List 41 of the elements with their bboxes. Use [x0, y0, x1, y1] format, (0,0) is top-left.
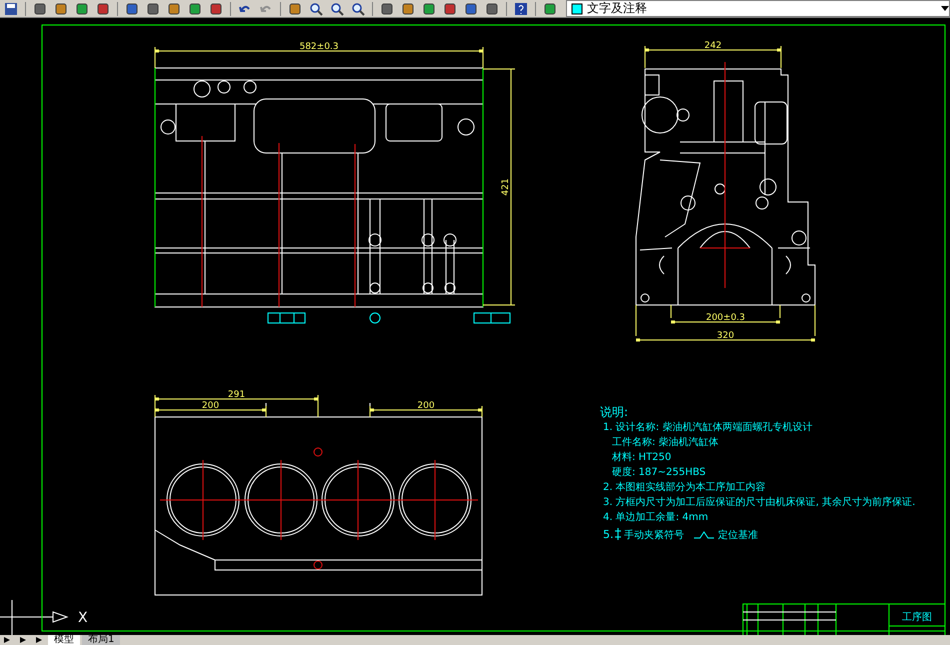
- ucs-axis-label: X: [78, 610, 88, 626]
- dimension-text: 200: [417, 401, 435, 411]
- tolerance-frame: [268, 312, 306, 324]
- first-page-icon: [3, 636, 11, 644]
- ucs-arrow-icon: [40, 611, 68, 623]
- zoom-window-icon: [329, 0, 345, 16]
- note-text: 手动夹紧符号: [624, 530, 684, 541]
- dimension-text: 200±0.3: [706, 313, 746, 323]
- note-text: 工件名称: 柴油机汽缸体: [612, 437, 719, 448]
- notes-title: 说明:: [600, 405, 628, 419]
- note-text: 5.: [603, 528, 614, 541]
- dropdown-arrow-icon: [941, 6, 949, 12]
- dimension-text: 200: [202, 401, 220, 411]
- dimension-text: 582±0.3: [299, 42, 339, 52]
- note-text: 3. 方框内尺寸为加工后应保证的尺寸由机床保证, 其余尺寸为前序保证.: [603, 497, 916, 508]
- dimension-text: 320: [716, 331, 734, 341]
- note-text: 材料: HT250: [612, 452, 672, 463]
- previous-icon: [19, 636, 27, 644]
- zoom-previous-icon: [350, 0, 366, 16]
- dimension-text: 242: [704, 41, 722, 51]
- datum-symbol: [370, 312, 380, 324]
- note-text: 定位基准: [718, 530, 758, 541]
- note-text: 2. 本图粗实线部分为本工序加工内容: [603, 482, 766, 493]
- title-block-title: 工序图: [902, 612, 932, 623]
- note-text: 硬度: 187~255HBS: [612, 467, 706, 478]
- save-button[interactable]: [2, 0, 20, 16]
- layer-dropdown[interactable]: 文字及注释: [566, 0, 950, 17]
- next-icon: [35, 636, 43, 644]
- square-icon: [571, 2, 583, 14]
- zoom-icon: [308, 0, 324, 16]
- tolerance-frame: [474, 312, 510, 324]
- note-text: 4. 单边加工余量: 4mm: [603, 512, 708, 523]
- clamp-symbol-icon: [614, 528, 622, 540]
- dimension-text: 421: [501, 178, 511, 196]
- dimension-text: 291: [228, 390, 246, 400]
- help-button[interactable]: [512, 0, 530, 16]
- help-icon: [513, 0, 529, 16]
- note-text: 1. 设计名称: 柴油机汽缸体两端面螺孔专机设计: [603, 422, 812, 433]
- save-icon: [3, 0, 19, 16]
- datum-symbol-icon: [694, 531, 714, 538]
- cursor-crosshair-drawing: [0, 600, 40, 635]
